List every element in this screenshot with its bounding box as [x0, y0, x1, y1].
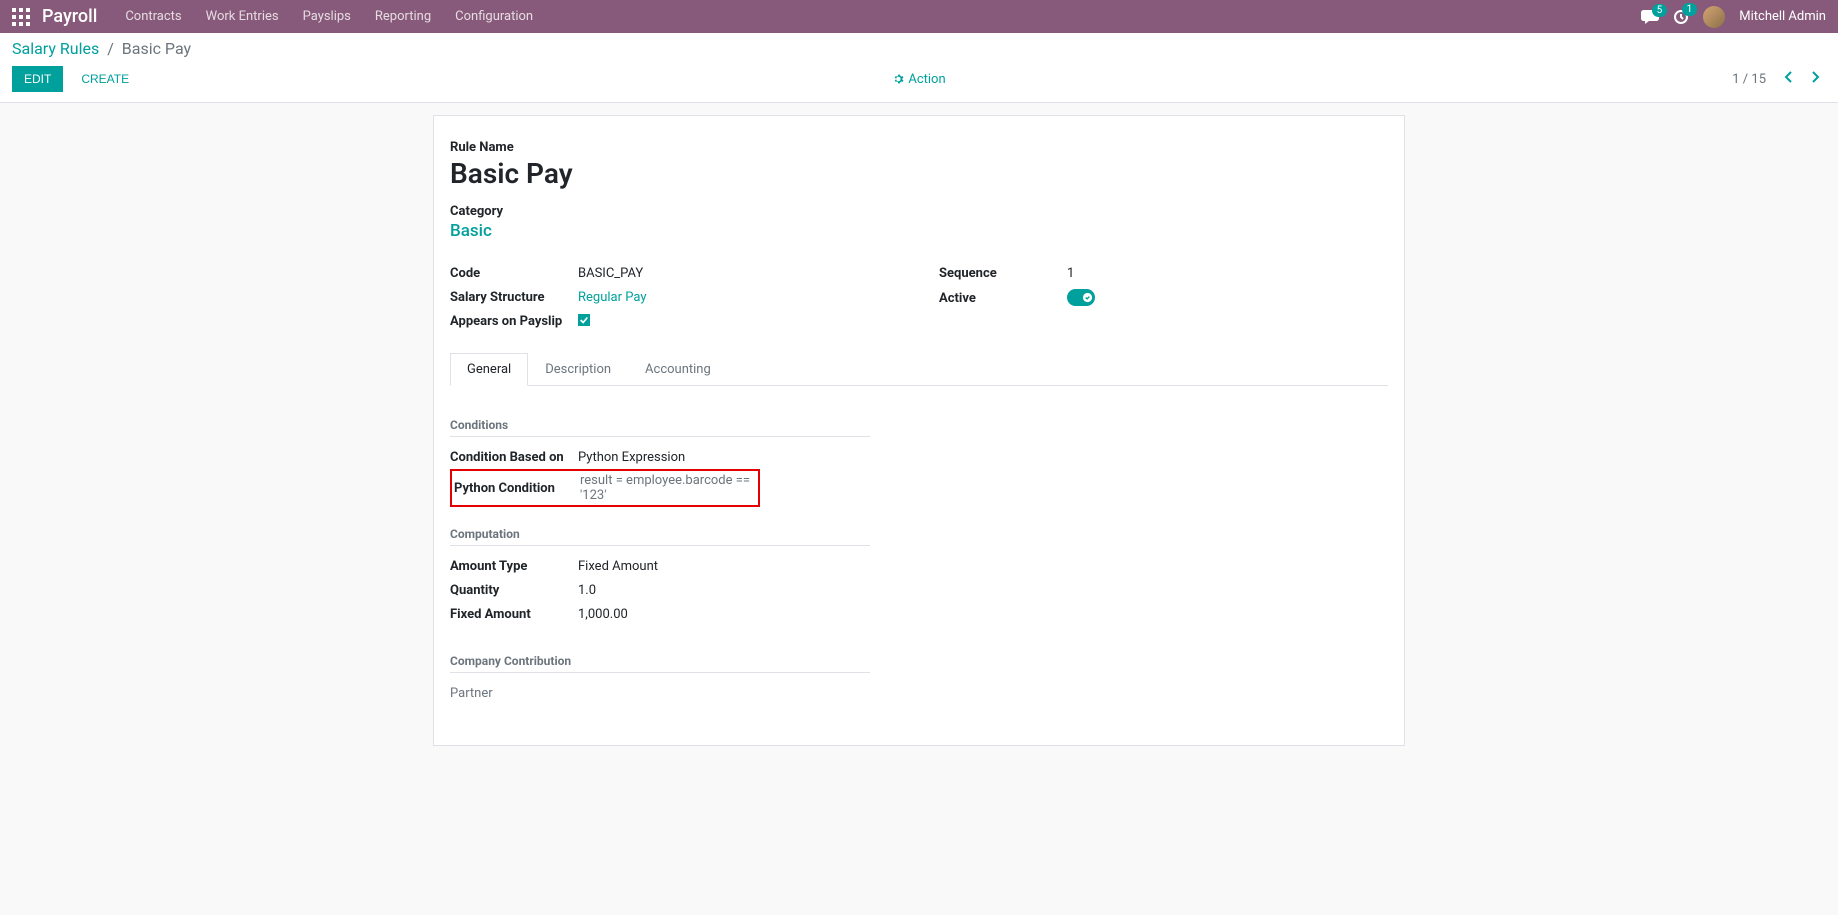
breadcrumb-parent[interactable]: Salary Rules — [12, 39, 99, 58]
breadcrumb-current: Basic Pay — [122, 39, 191, 58]
fields-two-column: Code BASIC_PAY Salary Structure Regular … — [450, 261, 1388, 333]
action-label: Action — [908, 72, 945, 87]
fixed-amount-value: 1,000.00 — [578, 607, 628, 622]
top-nav: Payroll Contracts Work Entries Payslips … — [0, 0, 1838, 33]
python-condition-highlight: Python Condition result = employee.barco… — [450, 469, 760, 507]
create-button[interactable]: CREATE — [73, 66, 137, 92]
rule-name-value: Basic Pay — [450, 157, 1388, 190]
active-value — [1067, 289, 1095, 307]
nav-links: Contracts Work Entries Payslips Reportin… — [125, 9, 533, 24]
salary-structure-value[interactable]: Regular Pay — [578, 290, 647, 305]
nav-payslips[interactable]: Payslips — [303, 9, 351, 24]
python-condition-value: result = employee.barcode == '123' — [580, 473, 754, 503]
sequence-label: Sequence — [939, 266, 1067, 281]
form-sheet: Rule Name Basic Pay Category Basic Code … — [433, 115, 1405, 746]
tab-general[interactable]: General — [450, 353, 528, 386]
nav-work-entries[interactable]: Work Entries — [206, 9, 279, 24]
apps-menu-icon[interactable] — [12, 8, 30, 26]
edit-button[interactable]: EDIT — [12, 66, 63, 92]
amount-type-value: Fixed Amount — [578, 559, 658, 574]
tab-accounting[interactable]: Accounting — [628, 353, 728, 385]
category-label: Category — [450, 204, 1388, 219]
tabs: General Description Accounting — [450, 353, 1388, 386]
nav-contracts[interactable]: Contracts — [125, 9, 181, 24]
quantity-label: Quantity — [450, 583, 578, 598]
category-value[interactable]: Basic — [450, 221, 1388, 241]
user-name[interactable]: Mitchell Admin — [1739, 9, 1826, 24]
activity-icon[interactable]: 1 — [1673, 9, 1689, 25]
fixed-amount-label: Fixed Amount — [450, 607, 578, 622]
nav-configuration[interactable]: Configuration — [455, 9, 533, 24]
active-label: Active — [939, 291, 1067, 306]
checkbox-checked-icon — [578, 314, 590, 326]
condition-based-on-value: Python Expression — [578, 450, 685, 465]
nav-reporting[interactable]: Reporting — [375, 9, 431, 24]
left-column: Code BASIC_PAY Salary Structure Regular … — [450, 261, 899, 333]
breadcrumb-separator: / — [107, 39, 114, 58]
quantity-value: 1.0 — [578, 583, 596, 598]
activity-badge: 1 — [1682, 3, 1698, 16]
conditions-section-title: Conditions — [450, 418, 870, 437]
company-contribution-section-title: Company Contribution — [450, 654, 870, 673]
right-column: Sequence 1 Active — [939, 261, 1388, 333]
sequence-value: 1 — [1067, 266, 1074, 281]
tab-description[interactable]: Description — [528, 353, 628, 385]
pager-next[interactable] — [1804, 68, 1826, 90]
app-title[interactable]: Payroll — [42, 6, 97, 27]
user-avatar[interactable] — [1703, 6, 1725, 28]
toggle-on-icon[interactable] — [1067, 289, 1095, 306]
tab-content-general: Conditions Condition Based on Python Exp… — [450, 386, 1388, 705]
salary-structure-label: Salary Structure — [450, 290, 578, 305]
appears-on-payslip-value — [578, 314, 590, 329]
breadcrumb-bar: Salary Rules / Basic Pay — [0, 33, 1838, 60]
breadcrumb: Salary Rules / Basic Pay — [12, 39, 191, 58]
condition-based-on-label: Condition Based on — [450, 450, 578, 465]
appears-on-payslip-label: Appears on Payslip — [450, 314, 578, 329]
messages-icon[interactable]: 5 — [1641, 10, 1659, 24]
computation-section-title: Computation — [450, 527, 870, 546]
partner-label: Partner — [450, 686, 578, 701]
code-value: BASIC_PAY — [578, 266, 643, 281]
control-bar: EDIT CREATE Action 1 / 15 — [0, 60, 1838, 103]
pager-text: 1 / 15 — [1732, 72, 1766, 87]
action-dropdown[interactable]: Action — [892, 72, 945, 87]
python-condition-label: Python Condition — [452, 481, 580, 496]
messages-badge: 5 — [1652, 4, 1668, 17]
gear-icon — [892, 73, 904, 85]
code-label: Code — [450, 266, 578, 281]
pager-prev[interactable] — [1778, 68, 1800, 90]
amount-type-label: Amount Type — [450, 559, 578, 574]
rule-name-label: Rule Name — [450, 140, 1388, 155]
top-right: 5 1 Mitchell Admin — [1641, 6, 1826, 28]
pager: 1 / 15 — [1732, 68, 1826, 90]
